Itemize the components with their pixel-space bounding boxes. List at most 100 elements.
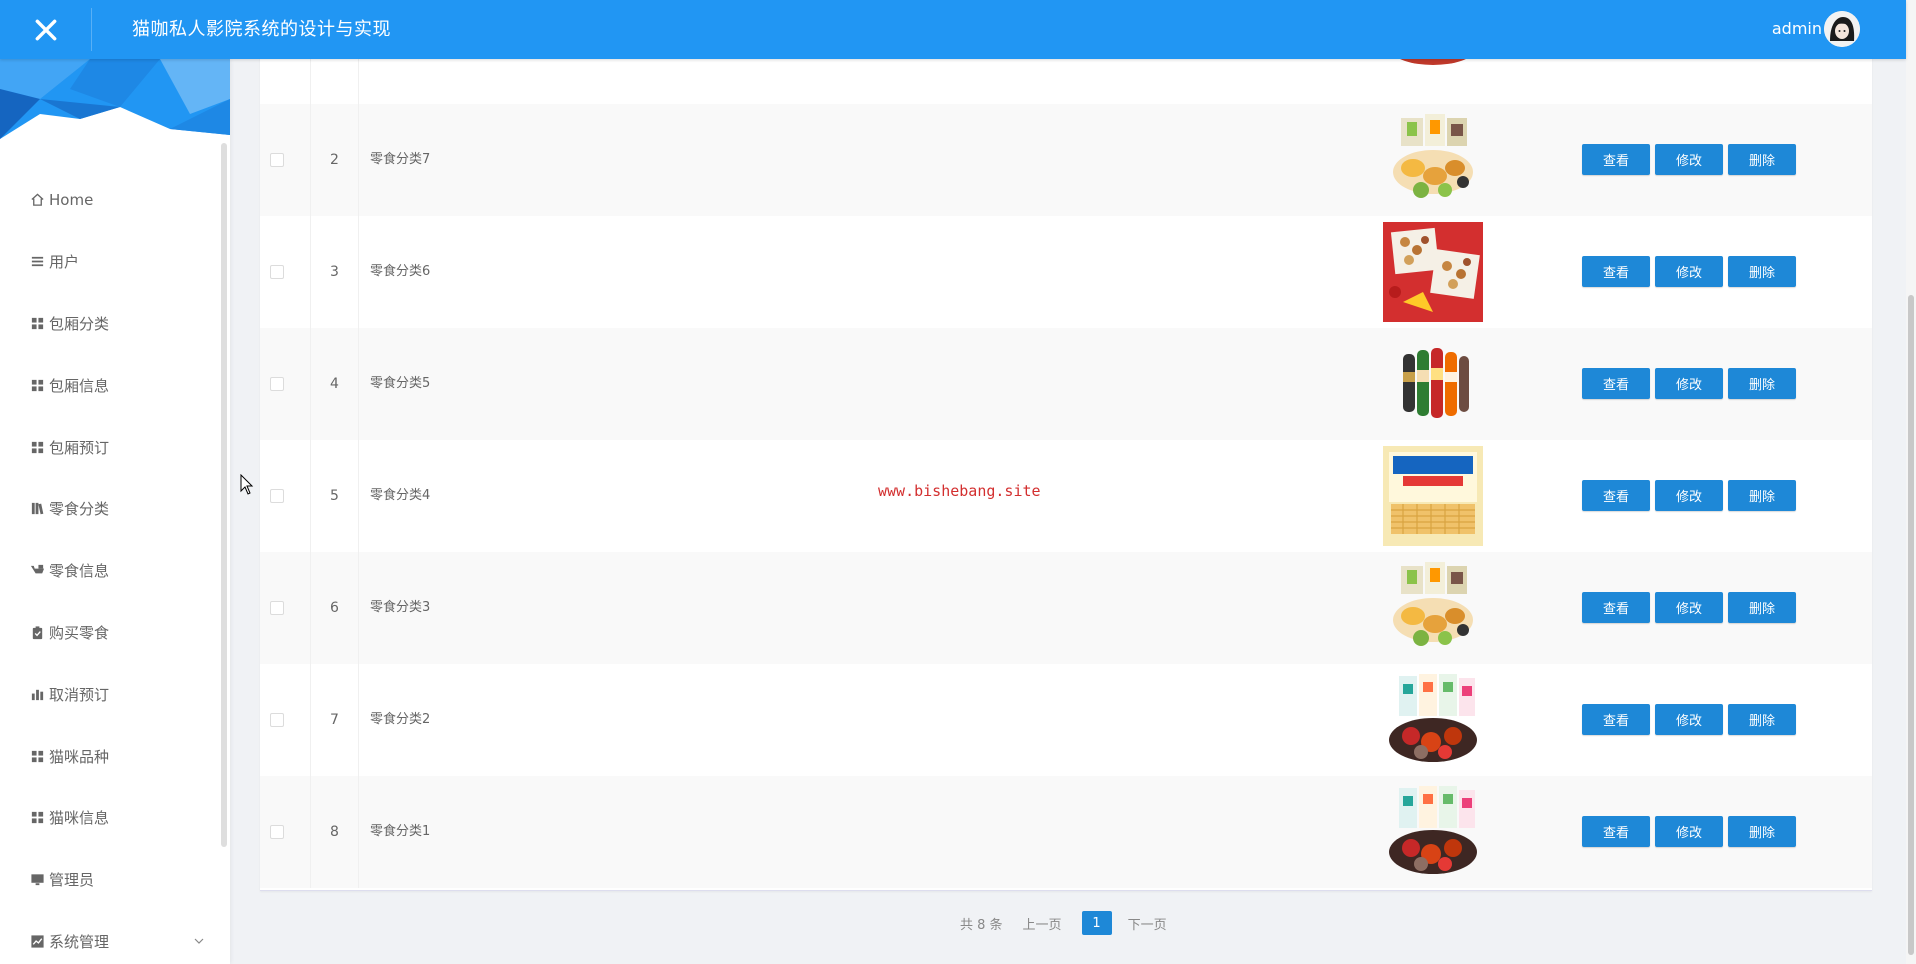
view-button[interactable]: 查看: [1582, 704, 1650, 735]
sidebar-item-admin[interactable]: 管理员: [0, 849, 215, 911]
delete-button[interactable]: 删除: [1728, 368, 1796, 399]
sidebar-banner: [0, 59, 230, 139]
delete-button[interactable]: 删除: [1728, 256, 1796, 287]
sidebar-item-room-info[interactable]: 包厢信息: [0, 354, 215, 416]
waffle-pack-image: [1383, 446, 1483, 546]
view-button[interactable]: 查看: [1582, 368, 1650, 399]
sidebar-item-buy-snack[interactable]: 购买零食: [0, 602, 215, 664]
page-scrollbar-thumb[interactable]: [1908, 295, 1914, 955]
snack-bags-bowl-image: [1389, 786, 1477, 874]
total-count: 共 8 条: [960, 917, 1003, 933]
snack-bags-bowl-image: [1389, 674, 1477, 762]
edit-button[interactable]: 修改: [1655, 704, 1723, 735]
row-actions: 查看 修改 删除: [1582, 368, 1796, 399]
table-row: 3 零食分类6 查看 修改 删除: [260, 216, 1872, 328]
view-button[interactable]: 查看: [1582, 256, 1650, 287]
row-checkbox[interactable]: [270, 489, 284, 503]
next-page-button[interactable]: 下一页: [1128, 914, 1167, 933]
row-thumbnail: [1383, 110, 1483, 210]
view-button[interactable]: 查看: [1582, 480, 1650, 511]
row-index: 4: [330, 376, 339, 392]
data-table: 2 零食分类7 查看 修改 删除 3 零食分类6 查看 修改 删除 4 零食分类…: [260, 0, 1872, 891]
delete-button[interactable]: 删除: [1728, 704, 1796, 735]
view-button[interactable]: 查看: [1582, 592, 1650, 623]
prev-page-button[interactable]: 上一页: [1023, 914, 1062, 933]
row-name: 零食分类7: [370, 152, 431, 167]
row-actions: 查看 修改 删除: [1582, 144, 1796, 175]
list-icon: [30, 254, 45, 269]
avatar-icon: [1824, 11, 1860, 47]
sidebar-menu: Home 用户 包厢分类 包厢信息 包厢预订 零食分类 零食信息 购买零食 取消…: [0, 169, 215, 964]
delete-button[interactable]: 删除: [1728, 480, 1796, 511]
sidebar-scrollbar[interactable]: [221, 143, 227, 847]
app-title: 猫咖私人影院系统的设计与实现: [132, 19, 391, 40]
sidebar-item-cancel-booking[interactable]: 取消预订: [0, 663, 215, 725]
column-divider: [358, 664, 359, 776]
row-checkbox[interactable]: [270, 825, 284, 839]
sidebar-item-label: 猫咪品种: [49, 747, 110, 766]
pagination: 共 8 条 上一页 1 下一页: [960, 910, 1187, 936]
sidebar-item-label: 猫咪信息: [49, 809, 110, 828]
top-header: 猫咖私人影院系统的设计与实现 admin: [0, 0, 1906, 59]
view-button[interactable]: 查看: [1582, 144, 1650, 175]
column-divider: [358, 776, 359, 888]
sidebar-item-snack-info[interactable]: 零食信息: [0, 540, 215, 602]
cart-icon: [30, 563, 45, 578]
row-name: 零食分类3: [370, 600, 431, 615]
row-index: 6: [330, 600, 339, 616]
edit-button[interactable]: 修改: [1655, 592, 1723, 623]
table-row: 2 零食分类7 查看 修改 删除: [260, 104, 1872, 216]
row-thumbnail: [1383, 558, 1483, 658]
sidebar-item-users[interactable]: 用户: [0, 231, 215, 293]
sidebar-item-cat-breed[interactable]: 猫咪品种: [0, 725, 215, 787]
close-menu-button[interactable]: [0, 0, 92, 59]
delete-button[interactable]: 删除: [1728, 816, 1796, 847]
sidebar-item-room-booking[interactable]: 包厢预订: [0, 416, 215, 478]
page-number-current[interactable]: 1: [1081, 911, 1112, 935]
sidebar-item-label: 系统管理: [49, 932, 110, 951]
column-divider: [358, 328, 359, 440]
row-name: 零食分类2: [370, 712, 431, 727]
user-name[interactable]: admin: [1772, 0, 1822, 59]
sidebar-item-label: Home: [49, 190, 94, 209]
grid-icon: [30, 378, 45, 393]
row-checkbox[interactable]: [270, 265, 284, 279]
row-actions: 查看 修改 删除: [1582, 592, 1796, 623]
row-actions: 查看 修改 删除: [1582, 704, 1796, 735]
row-checkbox[interactable]: [270, 153, 284, 167]
sidebar-item-label: 包厢信息: [49, 376, 110, 395]
sidebar-item-system[interactable]: 系统管理: [0, 911, 215, 964]
user-avatar[interactable]: [1824, 11, 1860, 47]
sidebar-item-cat-info[interactable]: 猫咪信息: [0, 787, 215, 849]
column-divider: [358, 216, 359, 328]
table-row: 4 零食分类5 查看 修改 删除: [260, 328, 1872, 440]
column-divider: [358, 440, 359, 552]
grid-icon: [30, 810, 45, 825]
row-index: 8: [330, 824, 339, 840]
delete-button[interactable]: 删除: [1728, 144, 1796, 175]
sidebar-item-home[interactable]: Home: [0, 169, 215, 231]
view-button[interactable]: 查看: [1582, 816, 1650, 847]
sidebar-item-room-category[interactable]: 包厢分类: [0, 293, 215, 355]
page-scrollbar[interactable]: [1906, 0, 1916, 964]
row-checkbox[interactable]: [270, 601, 284, 615]
watermark-text: www.bishebang.site: [878, 482, 1041, 500]
table-row: 7 零食分类2 查看 修改 删除: [260, 664, 1872, 776]
row-checkbox[interactable]: [270, 377, 284, 391]
edit-button[interactable]: 修改: [1655, 368, 1723, 399]
mouse-cursor-icon: [240, 474, 254, 495]
edit-button[interactable]: 修改: [1655, 256, 1723, 287]
edit-button[interactable]: 修改: [1655, 480, 1723, 511]
delete-button[interactable]: 删除: [1728, 592, 1796, 623]
row-checkbox[interactable]: [270, 713, 284, 727]
table-row: 5 零食分类4 查看 修改 删除: [260, 440, 1872, 552]
nut-box-image: [1383, 222, 1483, 322]
edit-button[interactable]: 修改: [1655, 816, 1723, 847]
table-row: 6 零食分类3 查看 修改 删除: [260, 552, 1872, 664]
line-chart-icon: [30, 934, 45, 949]
sidebar-item-snack-category[interactable]: 零食分类: [0, 478, 215, 540]
sidebar-item-label: 包厢分类: [49, 314, 110, 333]
snack-gift-box-image: [1393, 562, 1473, 646]
edit-button[interactable]: 修改: [1655, 144, 1723, 175]
sidebar-item-label: 包厢预订: [49, 438, 110, 457]
